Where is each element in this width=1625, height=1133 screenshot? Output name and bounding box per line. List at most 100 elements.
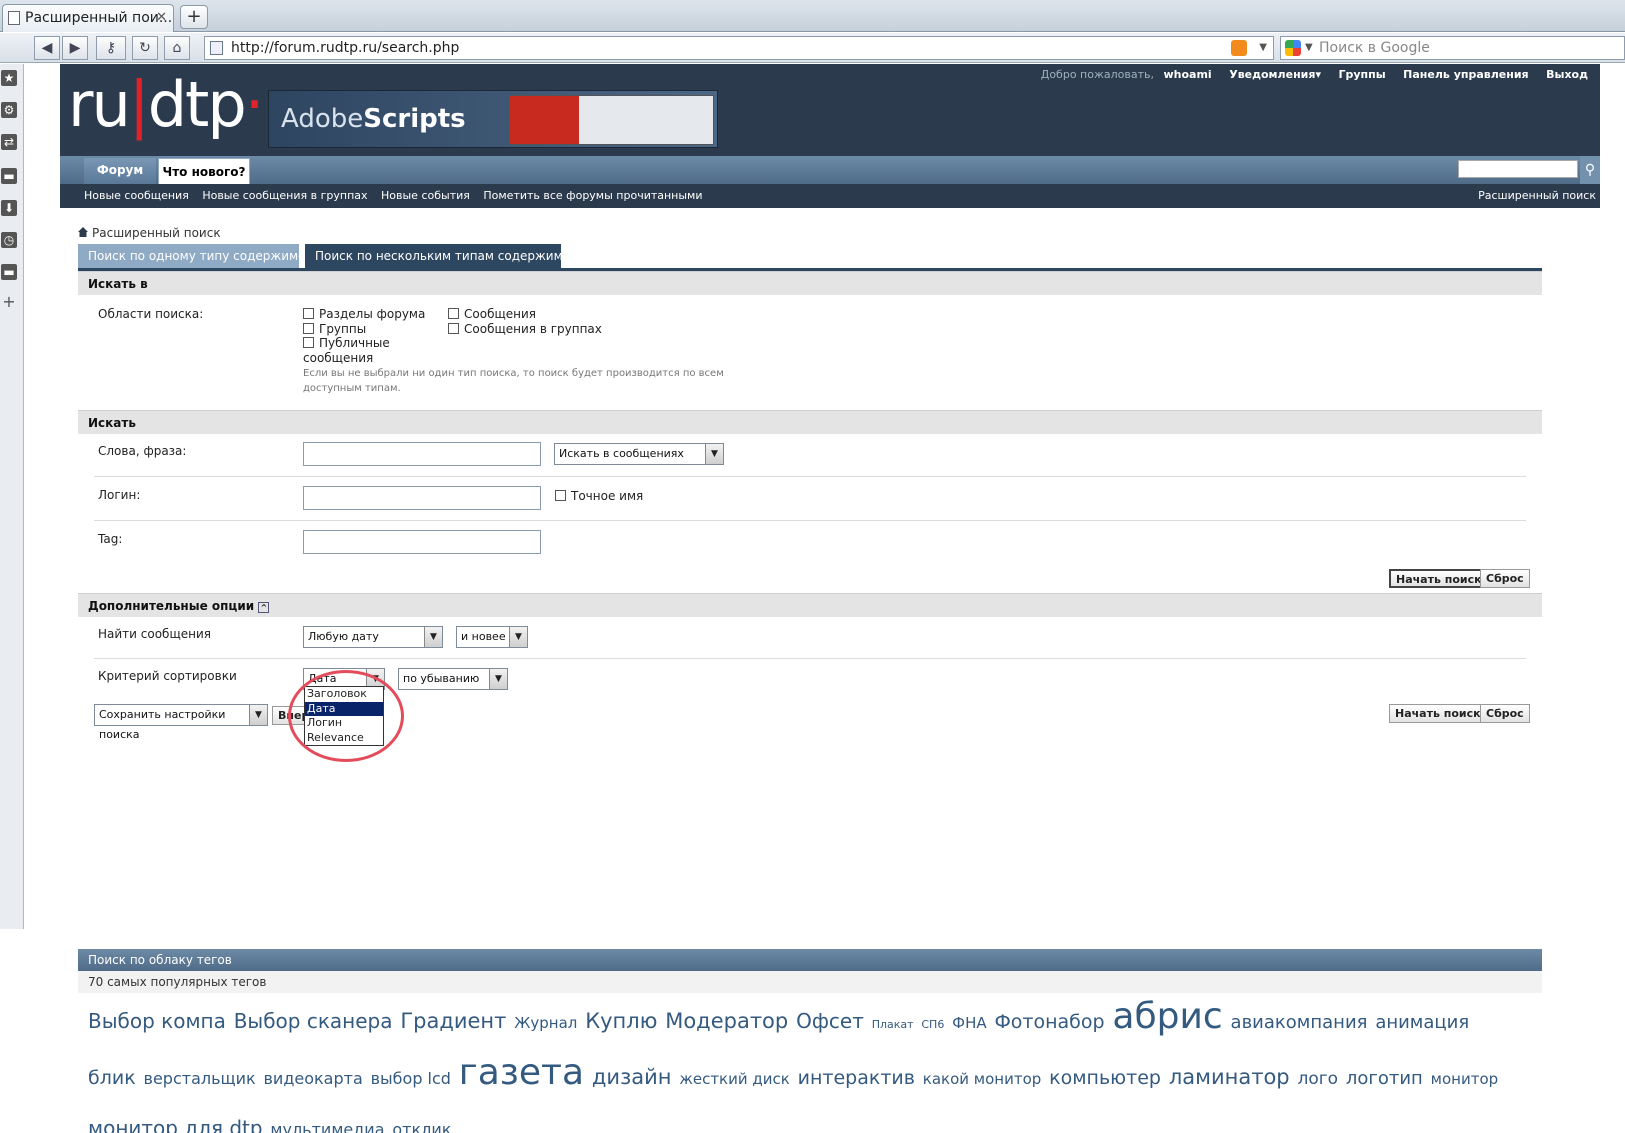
chevron-down-icon[interactable]: ▼: [249, 705, 267, 725]
browser-tab[interactable]: Расширенный пои... ✕: [2, 4, 174, 32]
tag-link[interactable]: Офсет: [796, 1009, 864, 1033]
chevron-down-icon[interactable]: ▼: [489, 669, 507, 689]
tag-link[interactable]: выбор lcd: [371, 1069, 451, 1088]
checkbox[interactable]: [448, 308, 459, 319]
date-select[interactable]: Любую дату ▼: [303, 626, 443, 648]
tag-link[interactable]: видеокарта: [263, 1069, 362, 1088]
start-search-button[interactable]: Начать поиск: [1389, 569, 1489, 588]
collapse-icon[interactable]: ^: [258, 602, 270, 613]
chevron-down-icon[interactable]: ▼: [1259, 37, 1267, 59]
panel-icon[interactable]: ▬: [1, 264, 17, 280]
tag-link[interactable]: Плакат: [872, 1018, 914, 1031]
tag-link[interactable]: Куплю: [585, 1009, 657, 1033]
share-icon[interactable]: ⇄: [1, 134, 17, 150]
checkbox[interactable]: [303, 323, 314, 334]
chevron-down-icon[interactable]: ▼: [705, 444, 723, 464]
quick-search-input[interactable]: [1458, 160, 1578, 178]
tag-link[interactable]: блик: [88, 1067, 136, 1089]
tag-link[interactable]: отклик: [392, 1120, 451, 1133]
checkbox-groups[interactable]: Группы: [303, 322, 366, 336]
checkbox[interactable]: [303, 308, 314, 319]
logout-link[interactable]: Выход: [1546, 68, 1588, 81]
groups-link[interactable]: Группы: [1338, 68, 1385, 81]
tag-link[interactable]: СП6: [921, 1018, 944, 1031]
tag-link[interactable]: ФНА: [952, 1014, 986, 1032]
username-link[interactable]: whoami: [1164, 68, 1212, 81]
google-search-box[interactable]: ▼ Поиск в Google: [1280, 36, 1625, 60]
close-icon[interactable]: ✕: [156, 5, 167, 31]
tag-link[interactable]: монитор для dtp: [88, 1116, 263, 1133]
tag-link[interactable]: Выбор сканера: [234, 1009, 393, 1033]
tag-link[interactable]: газета: [459, 1052, 584, 1093]
checkbox-public-messages[interactable]: Публичные: [303, 336, 390, 350]
reset-button-2[interactable]: Сброс: [1480, 704, 1530, 723]
tag-link[interactable]: жесткий диск: [679, 1070, 789, 1088]
new-tab-button[interactable]: +: [180, 5, 208, 29]
gear-icon[interactable]: ⚙: [1, 102, 17, 118]
checkbox[interactable]: [448, 323, 459, 334]
tag-input[interactable]: [303, 530, 541, 554]
tag-link[interactable]: Выбор компа: [88, 1009, 226, 1033]
tag-link[interactable]: верстальщик: [144, 1069, 256, 1088]
tab-whats-new[interactable]: Что нового?: [158, 158, 250, 184]
add-panel-icon[interactable]: +: [1, 294, 17, 310]
newer-select[interactable]: и новее ▼: [456, 626, 528, 648]
words-input[interactable]: [303, 442, 541, 466]
tab-multi-type-search[interactable]: Поиск по нескольким типам содержимого: [305, 244, 584, 268]
history-clock-icon[interactable]: ◷: [1, 232, 17, 248]
start-search-button-2[interactable]: Начать поиск: [1389, 704, 1487, 723]
tag-link[interactable]: монитор: [1431, 1070, 1499, 1088]
tag-link[interactable]: компьютер: [1049, 1067, 1161, 1089]
new-posts-link[interactable]: Новые сообщения: [84, 189, 189, 202]
tab-single-type-search[interactable]: Поиск по одному типу содержимого: [78, 244, 319, 268]
control-panel-link[interactable]: Панель управления: [1403, 68, 1528, 81]
save-settings-select[interactable]: Сохранить настройки поиска ▼: [94, 704, 268, 741]
checkbox[interactable]: [555, 490, 566, 501]
new-group-posts-link[interactable]: Новые сообщения в группах: [202, 189, 367, 202]
tag-link[interactable]: лого: [1297, 1069, 1338, 1089]
window-icon[interactable]: ▬: [1, 168, 17, 184]
mark-read-link[interactable]: Пометить все форумы прочитанными: [483, 189, 702, 202]
search-icon[interactable]: ⚲: [1580, 156, 1600, 184]
home-button[interactable]: ⌂: [164, 36, 190, 60]
tag-link[interactable]: Градиент: [400, 1009, 506, 1033]
order-select[interactable]: по убыванию ▼: [398, 668, 508, 690]
tag-link[interactable]: какой монитор: [923, 1070, 1042, 1088]
checkbox[interactable]: [303, 337, 314, 348]
address-bar[interactable]: http://forum.rudtp.ru/search.php ▼: [204, 36, 1274, 60]
tag-link[interactable]: Фотонабор: [994, 1011, 1104, 1033]
tag-link[interactable]: абрис: [1112, 996, 1222, 1037]
login-input[interactable]: [303, 486, 541, 510]
adobescripts-banner[interactable]: AdobeScripts: [268, 90, 718, 148]
advanced-search-link[interactable]: Расширенный поиск: [1478, 184, 1596, 208]
tab-forum[interactable]: Форум: [84, 158, 156, 184]
checkbox-exact-name[interactable]: Точное имя: [555, 489, 643, 503]
tag-link[interactable]: интерактив: [798, 1067, 915, 1089]
tag-link[interactable]: анимация: [1375, 1012, 1469, 1033]
checkbox-group-messages[interactable]: Сообщения в группах: [448, 322, 602, 336]
tag-link[interactable]: ламинатор: [1169, 1065, 1290, 1089]
tag-link[interactable]: авиакомпания: [1231, 1012, 1368, 1033]
chevron-down-icon[interactable]: ▼: [1305, 37, 1313, 59]
forward-button[interactable]: ▶: [62, 36, 88, 60]
reload-button[interactable]: ↻: [132, 36, 158, 60]
tag-link[interactable]: Журнал: [514, 1014, 577, 1032]
chevron-down-icon[interactable]: ▼: [509, 627, 527, 647]
bookmark-star-icon[interactable]: ★: [1, 70, 17, 86]
key-icon[interactable]: ⚷: [96, 36, 126, 60]
rss-icon[interactable]: [1231, 40, 1247, 56]
site-logo[interactable]: ru|dtp·: [68, 70, 264, 140]
search-scope-select[interactable]: Искать в сообщениях ▼: [554, 443, 724, 465]
home-icon[interactable]: [78, 227, 88, 237]
tag-link[interactable]: дизайн: [592, 1065, 672, 1089]
reset-button[interactable]: Сброс: [1480, 569, 1530, 588]
notifications-link[interactable]: Уведомления▾: [1229, 68, 1321, 81]
back-button[interactable]: ◀: [34, 36, 60, 60]
tag-link[interactable]: мультимедиа: [270, 1120, 384, 1133]
tag-link[interactable]: Модератор: [665, 1009, 788, 1033]
new-events-link[interactable]: Новые события: [381, 189, 470, 202]
chevron-down-icon[interactable]: ▼: [424, 627, 442, 647]
download-icon[interactable]: ⬇: [1, 200, 17, 216]
tag-link[interactable]: логотип: [1346, 1068, 1423, 1089]
checkbox-forum-sections[interactable]: Разделы форума: [303, 307, 425, 321]
